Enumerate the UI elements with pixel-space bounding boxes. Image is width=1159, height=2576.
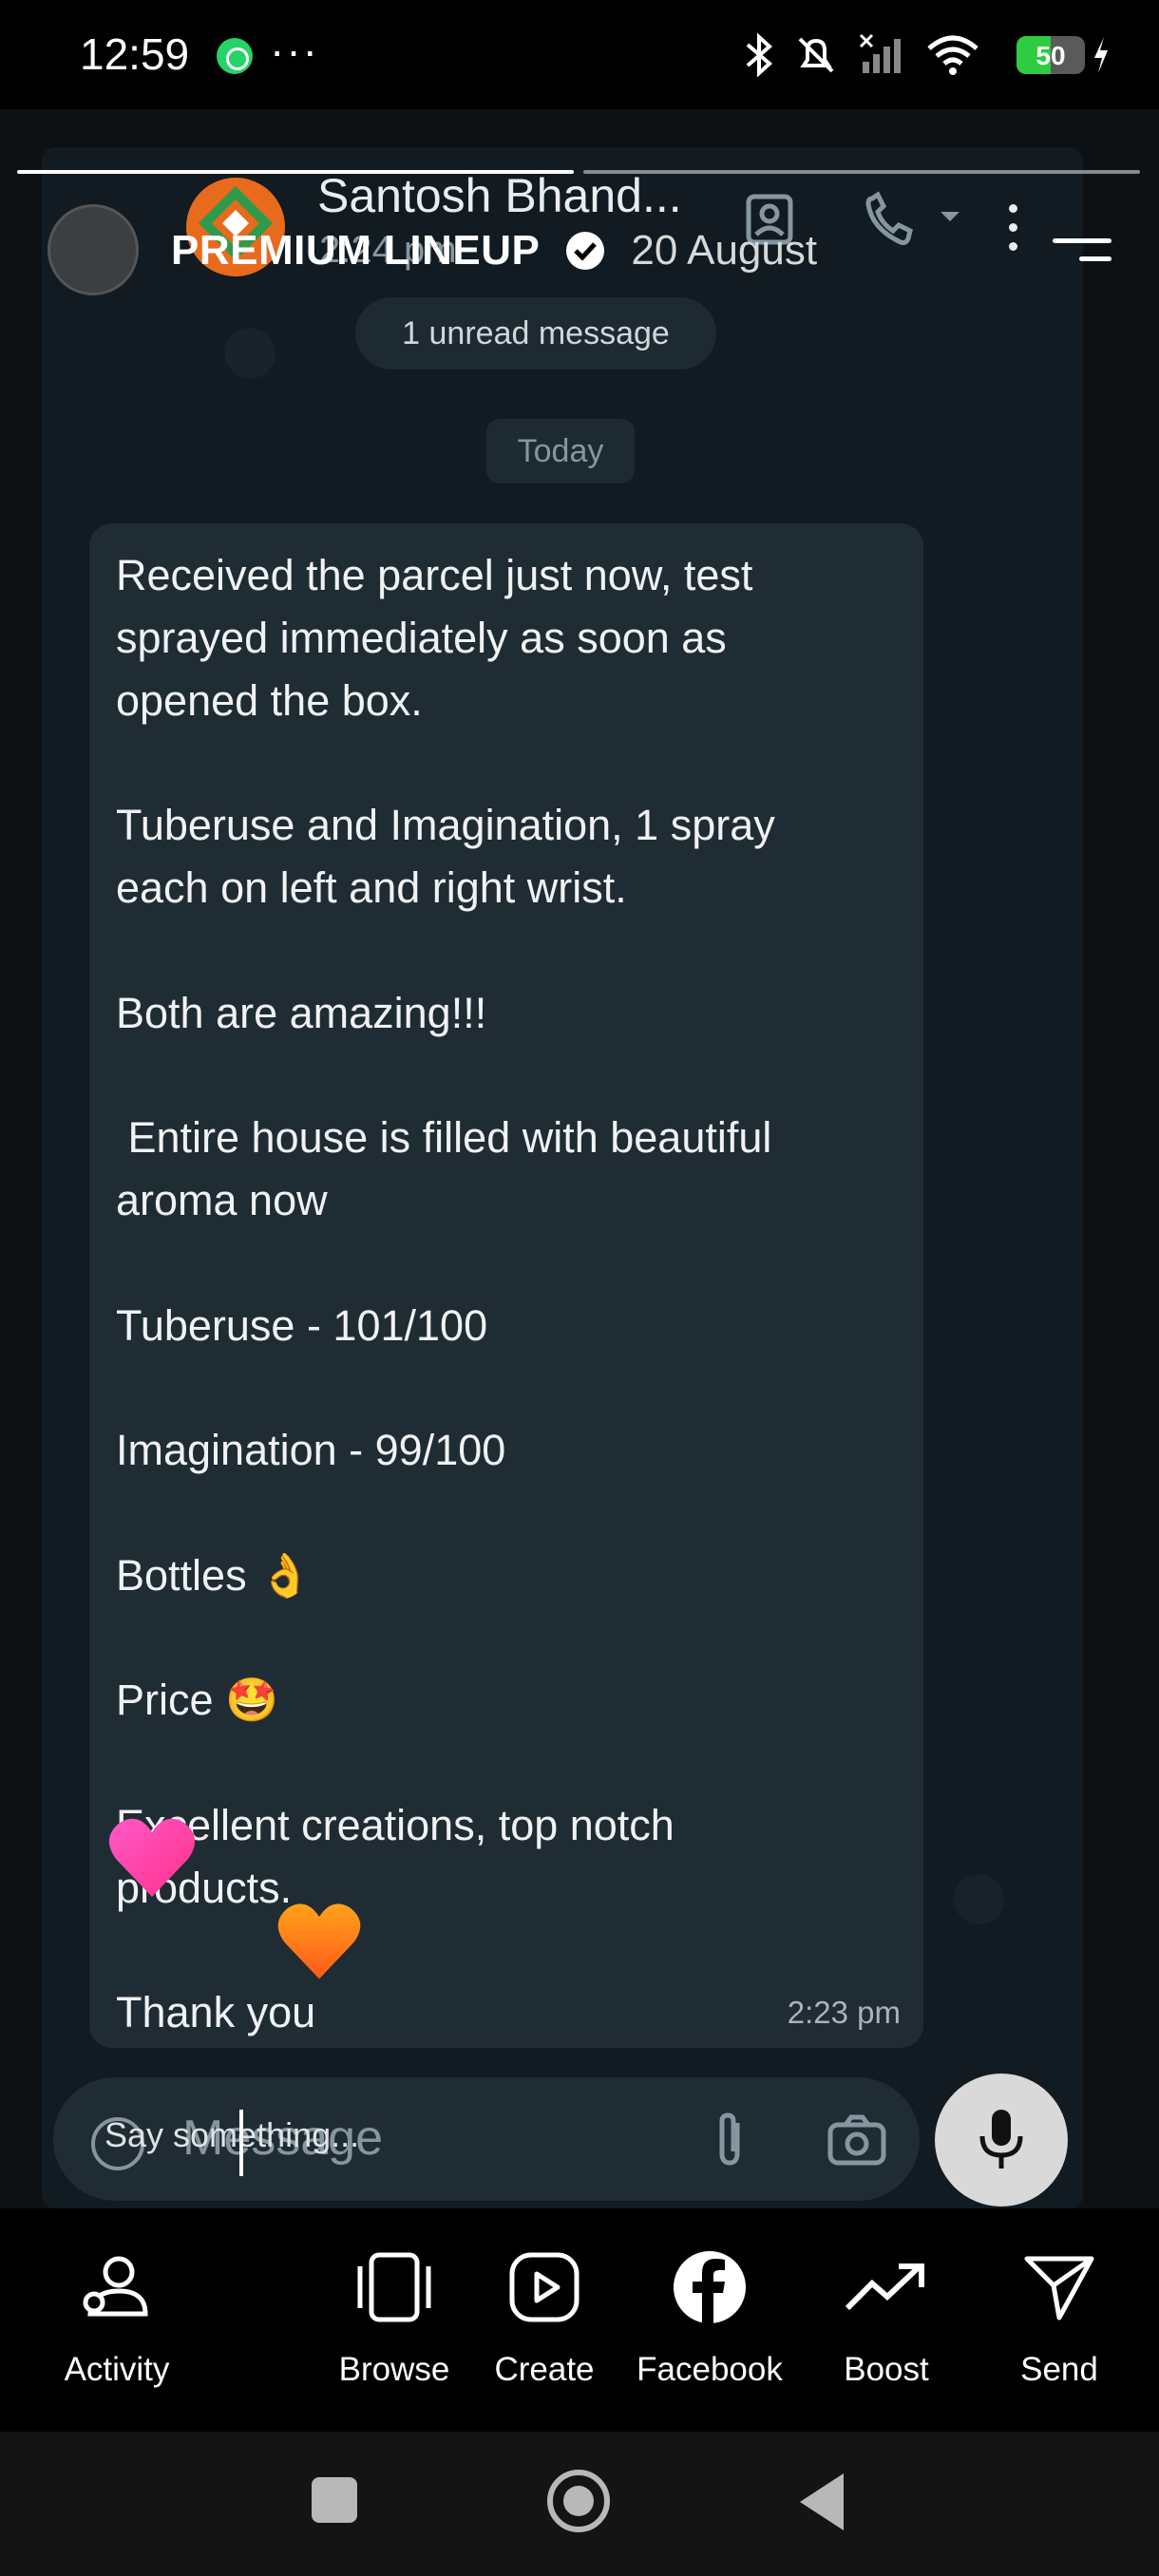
bottom-nav: Activity Browse Create Facebook Boost Se… — [0, 2208, 1159, 2432]
nav-create[interactable]: Create — [464, 2235, 625, 2389]
story-date: 20 August — [631, 227, 818, 274]
message-line: each on left and right wrist. — [116, 862, 627, 912]
message-line — [116, 1920, 897, 1982]
story-menu-icon[interactable] — [1053, 238, 1112, 275]
message-line — [116, 1356, 897, 1419]
system-nav — [0, 2432, 1159, 2576]
whatsapp-notification-icon — [217, 38, 253, 74]
nav-label: Facebook — [636, 2351, 783, 2388]
back-button[interactable] — [800, 2473, 844, 2530]
battery-indicator: 50 — [1016, 36, 1085, 74]
boost-icon — [845, 2263, 924, 2311]
story-reply-input[interactable]: Say something... — [104, 2115, 359, 2155]
nav-label: Boost — [844, 2351, 929, 2388]
orange-heart-icon — [277, 1904, 361, 1979]
pink-heart-icon — [108, 1818, 196, 1897]
message-line — [116, 919, 897, 982]
nav-activity[interactable]: Activity — [36, 2235, 198, 2389]
more-options-icon — [1009, 204, 1017, 252]
signal-icon — [859, 33, 901, 73]
message-line: Received the parcel just now, test — [116, 551, 753, 599]
message-line: products. — [116, 1863, 293, 1912]
send-icon — [1024, 2256, 1094, 2320]
message-line — [116, 1732, 897, 1794]
date-pill: Today — [486, 419, 635, 483]
create-icon — [509, 2252, 580, 2322]
status-bar: 12:59 ··· 50 — [0, 0, 1159, 109]
message-line: Price 🤩 — [116, 1676, 279, 1725]
message-bubble: Received the parcel just now, test spraye… — [89, 523, 923, 2048]
message-line: Thank you — [116, 1988, 316, 2037]
message-line: Excellent creations, top notch — [116, 1800, 674, 1849]
unread-pill: 1 unread message — [355, 297, 716, 369]
text-caret — [239, 2110, 243, 2176]
nav-label: Send — [1020, 2351, 1098, 2388]
nav-send[interactable]: Send — [978, 2235, 1140, 2389]
more-notifications-icon: ··· — [270, 26, 319, 75]
message-line: Tuberuse - 101/100 — [116, 1300, 488, 1350]
mic-icon — [979, 2110, 1023, 2169]
nav-label: Browse — [338, 2351, 450, 2388]
message-line: sprayed immediately as soon as — [116, 613, 727, 662]
message-text: Received the parcel just now, test spraye… — [116, 544, 897, 2044]
story-title[interactable]: PREMIUM LINEUP — [171, 227, 540, 275]
message-time: 2:23 pm — [787, 1995, 901, 2030]
wifi-icon — [927, 35, 978, 75]
message-line — [116, 1482, 897, 1544]
message-line: Both are amazing!!! — [116, 988, 487, 1037]
browse-icon — [357, 2252, 431, 2322]
message-composer: Message Say something... — [53, 2077, 920, 2201]
home-button[interactable] — [547, 2470, 610, 2532]
phone-icon — [865, 191, 960, 245]
message-line: aroma now — [116, 1175, 328, 1224]
facebook-icon — [674, 2251, 746, 2323]
message-line: Imagination - 99/100 — [116, 1426, 506, 1475]
message-line — [116, 1232, 897, 1295]
activity-icon — [83, 2256, 148, 2317]
verified-badge-icon — [566, 232, 605, 270]
story-viewer[interactable]: Santosh Bhand... 2:24 pm PREMIUM LINEUP … — [0, 109, 1159, 2208]
nav-facebook[interactable]: Facebook — [629, 2235, 790, 2389]
recents-button[interactable] — [312, 2477, 357, 2523]
status-time: 12:59 — [80, 29, 190, 79]
message-line: opened the box. — [116, 675, 423, 725]
camera-icon — [827, 2114, 886, 2166]
battery-level: 50 — [1036, 41, 1066, 70]
message-line: Tuberuse and Imagination, 1 spray — [116, 801, 775, 850]
nav-label: Create — [494, 2351, 595, 2388]
message-line: Entire house is filled with beautiful — [116, 1113, 772, 1163]
message-line: Bottles 👌 — [116, 1550, 313, 1600]
contact-name: Santosh Bhand... — [317, 169, 682, 222]
nav-label: Activity — [64, 2351, 170, 2388]
charging-icon — [1094, 37, 1108, 73]
bluetooth-icon — [746, 33, 773, 77]
message-line — [116, 731, 897, 794]
nav-boost[interactable]: Boost — [806, 2235, 967, 2389]
story-header: PREMIUM LINEUP 20 August — [171, 227, 817, 275]
muted-bell-icon — [798, 37, 834, 73]
attach-icon — [719, 2112, 740, 2166]
mic-button — [935, 2074, 1068, 2207]
nav-browse[interactable]: Browse — [314, 2235, 475, 2389]
message-line — [116, 1044, 897, 1107]
message-line — [116, 1607, 897, 1670]
story-avatar[interactable] — [48, 204, 139, 295]
